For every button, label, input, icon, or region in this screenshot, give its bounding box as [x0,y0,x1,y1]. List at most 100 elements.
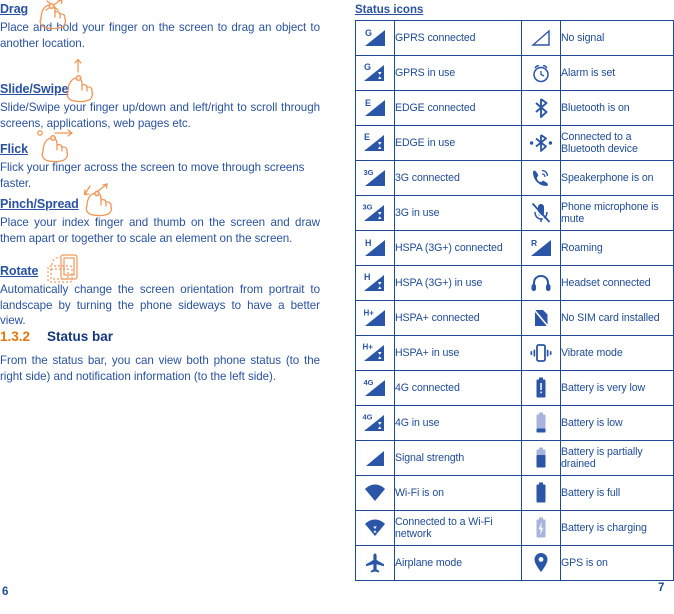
no-sim-card-icon [521,300,561,336]
table-row: E EDGE connected Bluetooth is on [355,90,674,126]
table-row: Connected to a Wi-Fi network Battery is … [355,510,674,546]
drag-hand-icon [32,0,76,35]
table-row: 3G 3G in use Phone microphone is mute [355,195,674,231]
battery-charging-icon [521,510,561,546]
status-label: 3G in use [394,195,522,231]
wifi-connected-icon [355,510,395,546]
svg-text:E: E [365,98,371,108]
table-row: 4G 4G in use Battery is low [355,405,674,441]
hspa-connected-icon: H [355,230,395,266]
status-label: Connected to a Wi-Fi network [394,510,522,546]
status-label: GPRS in use [394,55,522,91]
gesture-pinch-spread-heading: Pinch/Spread [0,197,79,211]
section-title: Status bar [47,329,114,344]
vibrate-mode-icon [521,335,561,371]
hspa-plus-connected-icon: H+ [355,300,395,336]
bluetooth-connected-icon [521,125,561,161]
status-label: GPRS connected [394,20,522,56]
status-label: HSPA (3G+) in use [394,265,522,301]
airplane-mode-icon [355,545,395,581]
status-label: Battery is low [560,405,674,441]
status-label: EDGE connected [394,90,522,126]
status-label: Bluetooth is on [560,90,674,126]
edge-connected-icon: E [355,90,395,126]
svg-text:E: E [364,132,370,142]
status-label: Roaming [560,230,674,266]
wifi-on-icon [355,475,395,511]
page-number-right: 7 [658,582,665,594]
hspa-in-use-icon: H [355,265,395,301]
status-label: HSPA (3G+) connected [394,230,522,266]
flick-hand-icon [30,125,82,170]
gprs-connected-icon: G [355,20,395,56]
svg-text:3G: 3G [364,168,374,177]
status-label: 4G connected [394,370,522,406]
speakerphone-icon [521,160,561,196]
4g-in-use-icon: 4G [355,405,395,441]
gesture-slide-swipe: Slide/Swipe Slide/Swipe your finger up/d… [0,58,330,131]
status-label: 4G in use [394,405,522,441]
status-icons-heading: Status icons [355,4,424,16]
status-label: No SIM card installed [560,300,674,336]
svg-text:4G: 4G [363,413,373,422]
svg-text:G: G [364,62,371,72]
table-row: G GPRS connected No signal [355,20,674,56]
battery-low-icon [521,405,561,441]
no-signal-icon [521,20,561,56]
table-row: H+ HSPA+ connected No SIM card installed [355,300,674,336]
hspa-plus-in-use-icon: H+ [355,335,395,371]
signal-strength-icon [355,440,395,476]
table-row: H HSPA (3G+) in use Headset connected [355,265,674,301]
status-label: Vibrate mode [560,335,674,371]
status-label: HSPA+ in use [394,335,522,371]
gps-on-icon [521,545,561,581]
left-page-column: Drag Place and hold your finger on the s… [0,0,330,614]
svg-text:R: R [531,238,537,248]
battery-partial-icon [521,440,561,476]
status-label: Alarm is set [560,55,674,91]
headset-icon [521,265,561,301]
gesture-drag-heading: Drag [0,2,29,16]
gesture-pinch-spread-body: Place your index finger and thumb on the… [0,216,320,245]
gesture-rotate: Rotate Automatically change the screen o… [0,254,330,329]
status-label: GPS is on [560,545,674,581]
status-icons-table: G GPRS connected No signal G GPRS in use… [355,20,674,581]
right-page-column: Status icons G GPRS connected No signal … [355,0,674,594]
table-row: Airplane mode GPS is on [355,545,674,581]
gesture-rotate-heading: Rotate [0,264,39,278]
status-label: 3G connected [394,160,522,196]
status-label: Wi-Fi is on [394,475,522,511]
rotate-device-icon [45,253,85,292]
edge-in-use-icon: E [355,125,395,161]
status-label: HSPA+ connected [394,300,522,336]
battery-full-icon [521,475,561,511]
bluetooth-on-icon [521,90,561,126]
table-row: Wi-Fi is on Battery is full [355,475,674,511]
gesture-flick-heading: Flick [0,142,28,156]
svg-text:G: G [365,28,372,38]
status-label: Battery is very low [560,370,674,406]
gesture-flick: Flick Flick your finger across the scree… [0,129,330,191]
svg-text:H: H [365,238,372,248]
svg-text:4G: 4G [364,378,374,387]
status-label: Airplane mode [394,545,522,581]
gprs-in-use-icon: G [355,55,395,91]
status-label: Battery is full [560,475,674,511]
table-row: E EDGE in use Connected to a Bluetooth d… [355,125,674,161]
3g-connected-icon: 3G [355,160,395,196]
gesture-pinch-spread: Pinch/Spread Place your index finger and… [0,183,330,246]
3g-in-use-icon: 3G [355,195,395,231]
status-label: Speakerphone is on [560,160,674,196]
microphone-mute-icon [521,195,561,231]
table-row: Signal strength Battery is partially dra… [355,440,674,476]
table-row: H+ HSPA+ in use Vibrate mode [355,335,674,371]
table-row: 4G 4G connected Battery is very low [355,370,674,406]
pinch-spread-hand-icon [78,182,122,225]
battery-very-low-icon [521,370,561,406]
roaming-icon: R [521,230,561,266]
status-label: EDGE in use [394,125,522,161]
status-label: Connected to a Bluetooth device [560,125,674,161]
page-number-left: 6 [2,586,9,598]
status-label: Headset connected [560,265,674,301]
status-label: Signal strength [394,440,522,476]
